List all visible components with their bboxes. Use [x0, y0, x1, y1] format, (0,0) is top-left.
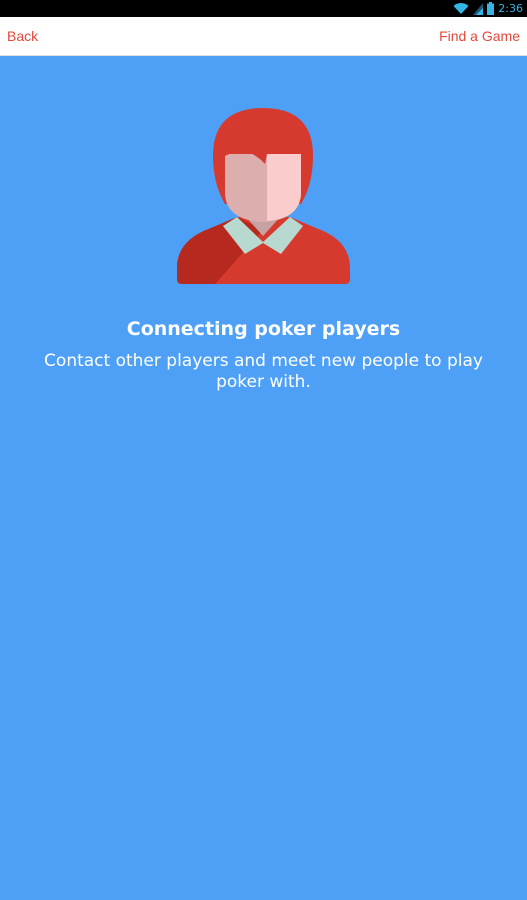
wifi-icon — [453, 3, 469, 15]
action-bar: Back Find a Game — [0, 17, 527, 56]
battery-icon — [487, 2, 495, 15]
find-a-game-button[interactable]: Find a Game — [439, 17, 520, 56]
person-avatar-icon — [177, 108, 350, 284]
status-icons: 2:36 — [453, 0, 523, 17]
cell-signal-icon — [473, 2, 484, 15]
page-description: Contact other players and meet new peopl… — [44, 351, 483, 392]
status-time: 2:36 — [498, 2, 523, 15]
back-button[interactable]: Back — [7, 17, 38, 56]
status-bar: 2:36 — [0, 0, 527, 17]
onboarding-page[interactable]: Connecting poker players Contact other p… — [0, 56, 527, 900]
page-title: Connecting poker players — [126, 318, 401, 340]
